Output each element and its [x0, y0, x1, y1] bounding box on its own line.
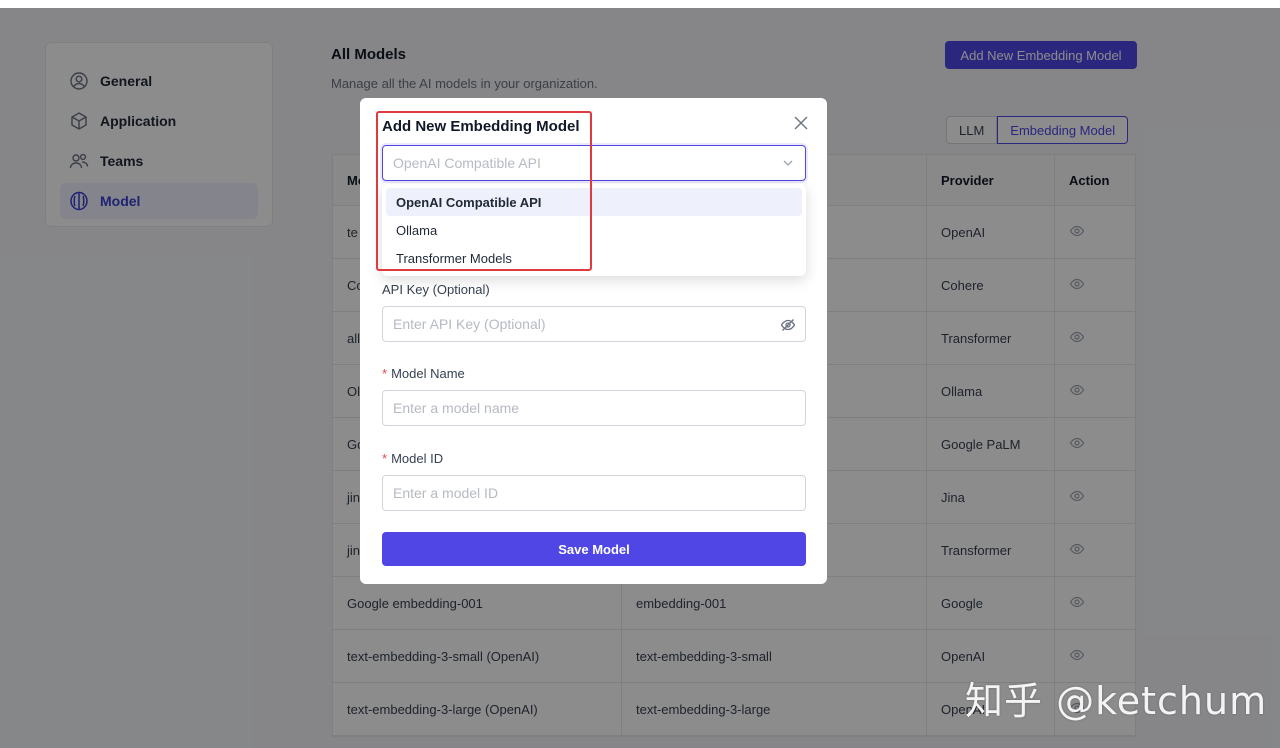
- model-name-label: * Model Name: [382, 366, 465, 381]
- provider-dropdown: OpenAI Compatible API Ollama Transformer…: [382, 184, 806, 276]
- eye-off-icon[interactable]: [778, 315, 798, 335]
- model-id-label: * Model ID: [382, 451, 444, 466]
- option-transformer-models[interactable]: Transformer Models: [386, 244, 802, 272]
- add-embedding-model-dialog: Add New Embedding Model OpenAI Compatibl…: [360, 98, 827, 584]
- model-name-input[interactable]: [382, 390, 806, 426]
- option-ollama[interactable]: Ollama: [386, 216, 802, 244]
- option-openai-compatible-api[interactable]: OpenAI Compatible API: [386, 188, 802, 216]
- required-mark: *: [382, 366, 388, 381]
- close-icon[interactable]: [792, 114, 810, 132]
- provider-select-value: OpenAI Compatible API: [393, 155, 541, 171]
- save-model-button[interactable]: Save Model: [382, 532, 806, 566]
- chevron-down-icon: [781, 156, 795, 173]
- watermark: 知乎 @ketchum: [965, 679, 1268, 723]
- provider-select[interactable]: OpenAI Compatible API: [382, 145, 806, 181]
- api-key-input[interactable]: [382, 306, 806, 342]
- api-key-label: API Key (Optional): [382, 282, 490, 297]
- dialog-title: Add New Embedding Model: [382, 118, 580, 135]
- model-id-input[interactable]: [382, 475, 806, 511]
- required-mark: *: [382, 451, 388, 466]
